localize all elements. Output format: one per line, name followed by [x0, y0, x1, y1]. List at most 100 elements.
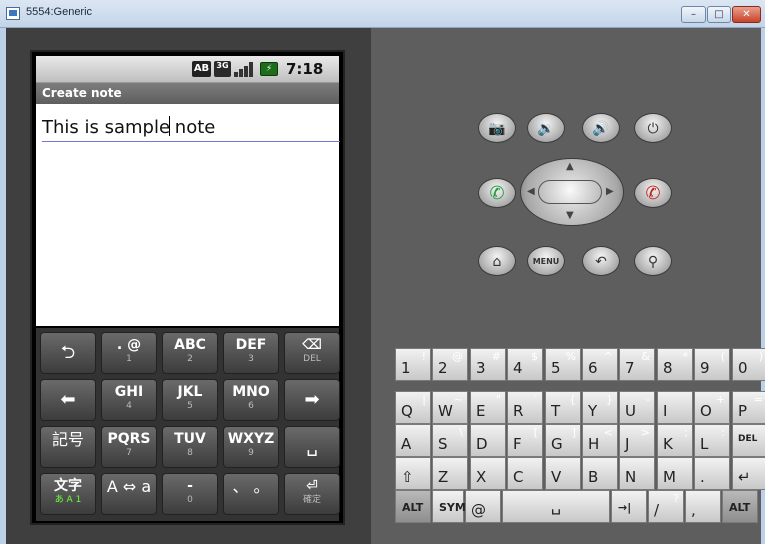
soft-key-punct[interactable]: 、 。 — [223, 473, 279, 515]
dpad-down-icon[interactable]: ▼ — [566, 210, 574, 221]
hw-key-alt-label: : — [721, 426, 725, 439]
hw-key-row2-6[interactable]: U- — [619, 391, 655, 424]
hw-key-row2-0[interactable]: Q | — [395, 391, 431, 424]
hw-key-row4-7[interactable]: M — [657, 457, 693, 490]
hw-key-row1-5[interactable]: 6 ^ — [582, 348, 618, 381]
back-button[interactable]: ↶ — [582, 246, 620, 276]
hw-key-row3-6[interactable]: J > — [619, 424, 655, 457]
hw-key-row4-1[interactable]: Z — [432, 457, 468, 490]
soft-key-k3[interactable]: DEF 3 — [223, 332, 279, 374]
hw-key-row3-5[interactable]: H < — [582, 424, 618, 457]
menu-button[interactable]: MENU — [527, 246, 565, 276]
camera-button[interactable]: 📷 — [478, 113, 516, 143]
hw-key-alt-label: ^ — [603, 350, 613, 363]
hw-key-row4-8[interactable]: . — [694, 457, 730, 490]
maximize-button[interactable]: □ — [707, 6, 731, 23]
comma-key[interactable]: , — [685, 490, 721, 523]
hw-key-row4-3[interactable]: C — [507, 457, 543, 490]
alt-right-key[interactable]: ALT — [722, 490, 758, 523]
soft-key-kigou[interactable]: 記号 — [40, 426, 96, 468]
window-titlebar: 5554:Generic – □ ✕ — [0, 0, 765, 28]
hw-key-row4-9[interactable]: ↵ — [732, 457, 765, 490]
hw-key-row1-7[interactable]: 8 * — [657, 348, 693, 381]
hw-key-label: F — [513, 435, 522, 453]
soft-key-k2[interactable]: ABC 2 — [162, 332, 218, 374]
hw-key-row3-9[interactable]: DEL — [732, 424, 765, 457]
hw-key-row1-3[interactable]: 4 $ — [507, 348, 543, 381]
soft-key-k6[interactable]: MNO 6 — [223, 379, 279, 421]
volume-up-button[interactable]: 🔊 — [582, 113, 620, 143]
hw-key-row3-7[interactable]: K; — [657, 424, 693, 457]
end-call-button[interactable]: ✆ — [634, 178, 672, 208]
soft-key-back[interactable]: ⮌ — [40, 332, 96, 374]
close-button[interactable]: ✕ — [732, 6, 761, 23]
soft-key-k7[interactable]: PQRS 7 — [101, 426, 157, 468]
hw-key-row1-9[interactable]: 0) — [732, 348, 765, 381]
hw-key-row1-4[interactable]: 5% — [545, 348, 581, 381]
soft-key-k0[interactable]: -0 — [162, 473, 218, 515]
soft-key-k4[interactable]: GHI 4 — [101, 379, 157, 421]
hw-key-row4-2[interactable]: X — [470, 457, 506, 490]
soft-key-k9[interactable]: WXYZ 9 — [223, 426, 279, 468]
hw-key-row4-6[interactable]: N — [619, 457, 655, 490]
at-key[interactable]: @ — [465, 490, 501, 523]
minimize-button[interactable]: – — [681, 6, 706, 23]
soft-key-k1[interactable]: . @1 — [101, 332, 157, 374]
space-key[interactable]: ␣ — [502, 490, 610, 523]
soft-key-right[interactable]: ➡ — [284, 379, 340, 421]
hw-key-row2-5[interactable]: Y} — [582, 391, 618, 424]
status-bar: AB 3G ⚡ 7:18 PM — [36, 56, 339, 95]
hw-key-row2-8[interactable]: O + — [694, 391, 730, 424]
hw-key-row2-7[interactable]: I — [657, 391, 693, 424]
hw-key-row3-2[interactable]: D — [470, 424, 506, 457]
hw-key-row3-3[interactable]: F[ — [507, 424, 543, 457]
hw-key-row3-0[interactable]: A — [395, 424, 431, 457]
dpad-center-button[interactable] — [538, 180, 602, 204]
soft-key-left[interactable]: ⬅ — [40, 379, 96, 421]
hw-key-row1-6[interactable]: 7 & — [619, 348, 655, 381]
hw-key-row4-0[interactable]: ⇧ — [395, 457, 431, 490]
hw-key-label: A — [401, 435, 412, 453]
home-button[interactable]: ⌂ — [478, 246, 516, 276]
sym-key[interactable]: SYM — [432, 490, 466, 523]
volume-down-button[interactable]: 🔉 — [527, 113, 565, 143]
hw-key-row1-1[interactable]: 2 @ — [432, 348, 468, 381]
hw-key-row2-4[interactable]: T{ — [545, 391, 581, 424]
alt-left-key[interactable]: ALT — [395, 490, 431, 523]
hw-key-row4-4[interactable]: V — [545, 457, 581, 490]
hw-key-row2-3[interactable]: R ` — [507, 391, 543, 424]
hw-key-row3-4[interactable]: G] — [545, 424, 581, 457]
hw-key-row3-1[interactable]: S \ — [432, 424, 468, 457]
dpad-right-icon[interactable]: ▶ — [606, 186, 614, 197]
soft-key-k5[interactable]: JKL 5 — [162, 379, 218, 421]
hw-key-label: 0 — [738, 359, 748, 377]
soft-key-space[interactable]: ␣ — [284, 426, 340, 468]
soft-key-moji[interactable]: 文字あ A 1 — [40, 473, 96, 515]
soft-key-back-icon: ⮌ — [60, 342, 76, 363]
hw-key-row4-5[interactable]: B — [582, 457, 618, 490]
dpad-up-icon[interactable]: ▲ — [566, 161, 574, 172]
hw-key-row1-8[interactable]: 9( — [694, 348, 730, 381]
hw-key-row1-2[interactable]: 3 # — [470, 348, 506, 381]
hw-key-label: S — [438, 435, 448, 453]
search-icon: ⚲ — [647, 254, 659, 270]
hw-key-row1-0[interactable]: 1! — [395, 348, 431, 381]
soft-key-kana[interactable]: A ⇔ a — [101, 473, 157, 515]
soft-key-k8[interactable]: TUV 8 — [162, 426, 218, 468]
slash-key[interactable]: /? — [648, 490, 684, 523]
note-editor[interactable]: This is sample note — [36, 104, 340, 326]
search-button[interactable]: ⚲ — [634, 246, 672, 276]
note-text-field[interactable]: This is sample note — [42, 116, 215, 138]
hw-key-row2-1[interactable]: W ~ — [432, 391, 468, 424]
hw-key-row2-2[interactable]: E " — [470, 391, 506, 424]
tab-key[interactable]: →| — [611, 490, 647, 523]
power-button[interactable]: ⏻ — [634, 113, 672, 143]
hw-key-row2-9[interactable]: P = — [732, 391, 765, 424]
soft-key-k1-sublabel: 1 — [126, 354, 132, 364]
soft-key-enter[interactable]: ⏎ 確定 — [284, 473, 340, 515]
dpad-left-icon[interactable]: ◀ — [527, 186, 535, 197]
soft-key-left-icon: ⬅ — [60, 389, 76, 410]
soft-key-del[interactable]: ⌫ DEL — [284, 332, 340, 374]
call-button[interactable]: ✆ — [478, 178, 516, 208]
hw-key-row3-8[interactable]: L: — [694, 424, 730, 457]
